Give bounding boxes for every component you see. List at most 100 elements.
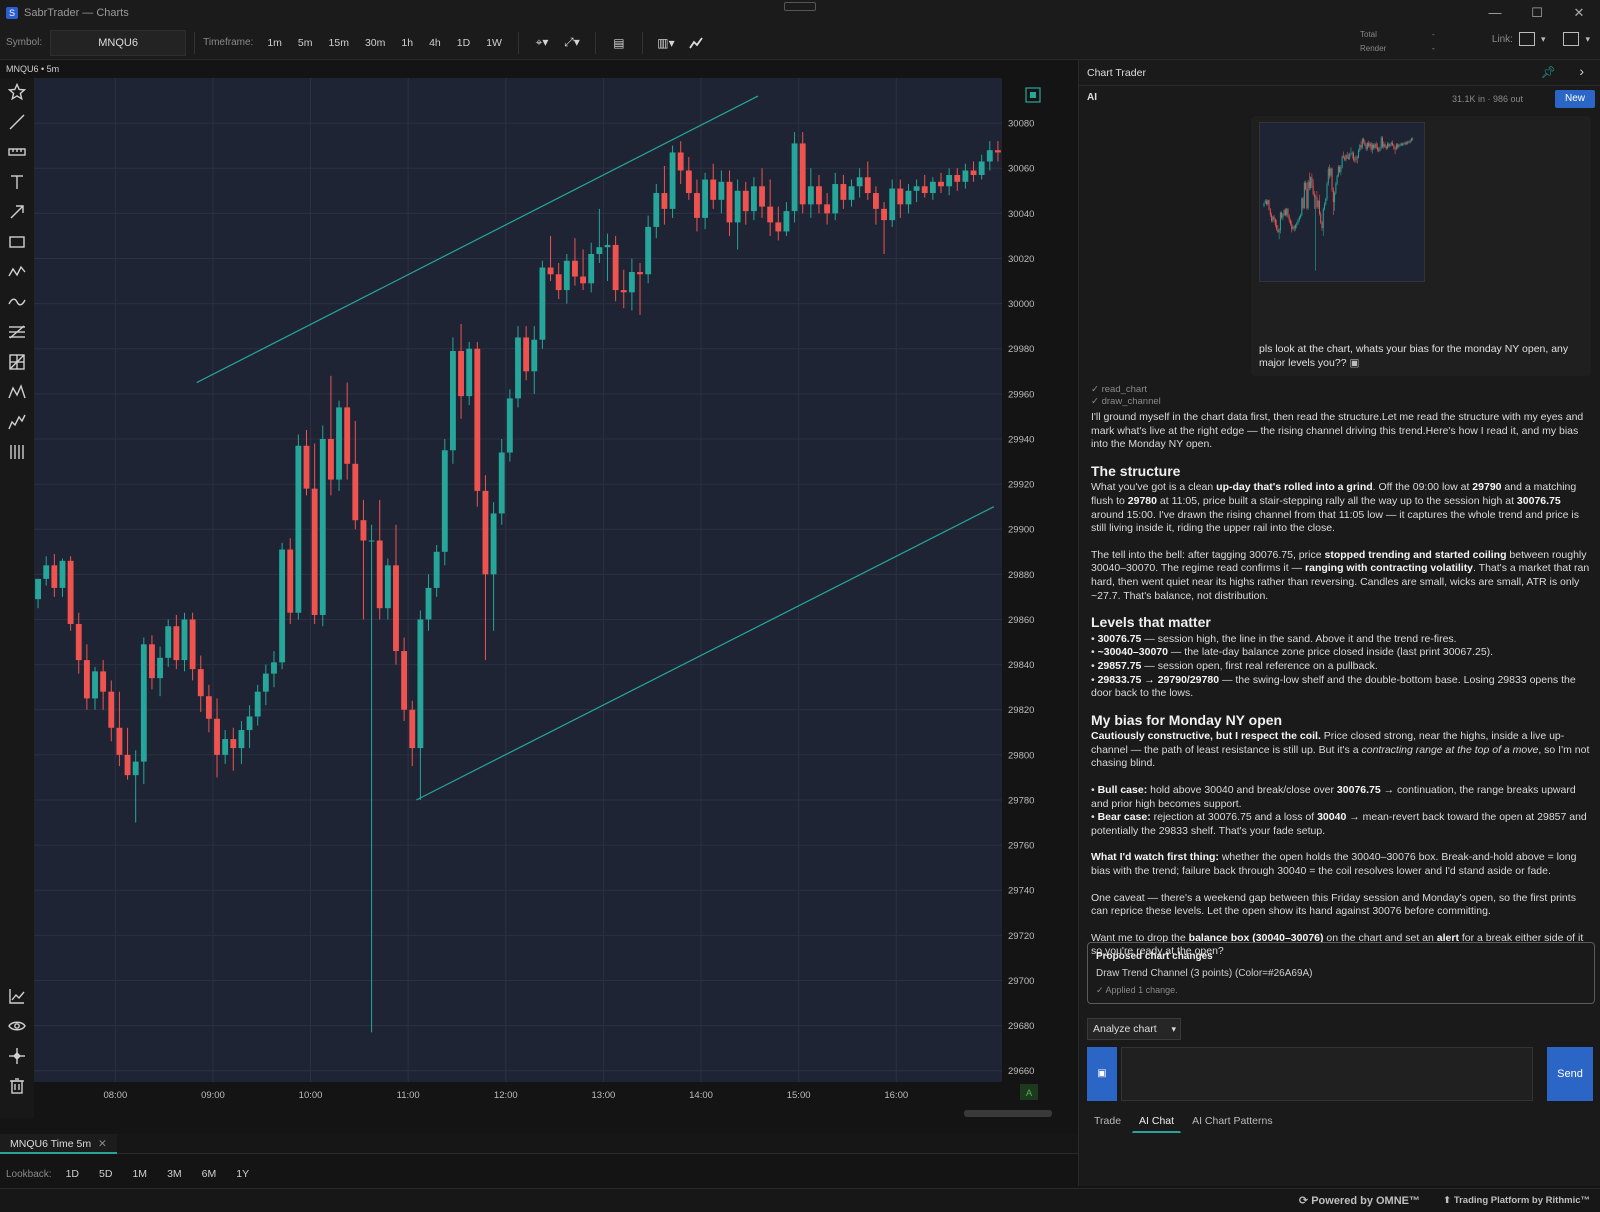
timeframe-1h[interactable]: 1h <box>393 32 421 54</box>
powered-by-text: Powered by OMNE™ <box>1311 1195 1420 1207</box>
eye-icon[interactable] <box>7 1016 27 1036</box>
note-icon[interactable]: ▤ <box>608 32 630 54</box>
thumb-candle-body <box>1381 137 1383 147</box>
timeframe-1m[interactable]: 1m <box>259 32 290 54</box>
chart-tabs: MNQU6 Time 5m ✕ <box>0 1134 1078 1154</box>
price-tick-label: 30060 <box>1008 164 1034 175</box>
new-chat-button[interactable]: New <box>1555 90 1595 108</box>
thumb-candle-body <box>1273 216 1275 220</box>
star-icon[interactable] <box>7 82 27 102</box>
candle-body <box>653 193 660 227</box>
price-chart[interactable]: 30080 30060 30040 30020 30000 29980 29960 29940… <box>34 78 1078 1128</box>
tab-trade[interactable]: Trade <box>1087 1110 1128 1133</box>
minimize-button[interactable]: — <box>1474 0 1516 26</box>
trash-icon[interactable] <box>7 1076 27 1096</box>
price-tick-label: 30020 <box>1008 254 1034 265</box>
candle-body <box>205 696 212 719</box>
cases-list: Bull case: hold above 30040 and break/cl… <box>1091 784 1593 838</box>
indicators-icon[interactable] <box>7 986 27 1006</box>
candle-body <box>954 175 961 182</box>
chart-tab[interactable]: MNQU6 Time 5m ✕ <box>0 1134 117 1154</box>
panel-tabs: Trade AI Chat AI Chart Patterns <box>1087 1110 1284 1133</box>
symbol-input[interactable]: MNQU6 <box>50 29 187 56</box>
chart-thumbnail[interactable] <box>1259 122 1425 282</box>
thumb-candle-body <box>1283 209 1285 215</box>
price-tick-label: 29840 <box>1008 660 1034 671</box>
indicator-icon[interactable] <box>685 32 707 54</box>
zoom-dropdown-icon[interactable]: ⤢▾ <box>561 32 583 54</box>
thumb-candle-body <box>1390 142 1392 145</box>
analyze-chart-select[interactable]: Analyze chart ▾ <box>1087 1018 1181 1040</box>
chat-input[interactable] <box>1121 1047 1533 1101</box>
chart-trader-panel: Chart Trader 📌︎ › AI 31.1K in · 986 out … <box>1078 60 1600 1186</box>
attach-image-button[interactable]: ▣ <box>1087 1047 1117 1101</box>
timeframe-5m[interactable]: 5m <box>290 32 321 54</box>
pin-icon[interactable]: 📌︎ <box>1541 65 1556 79</box>
lookback-1y[interactable]: 1Y <box>226 1168 259 1180</box>
timeframe-30m[interactable]: 30m <box>357 32 393 54</box>
candle-body <box>905 190 912 205</box>
thumb-candle-body <box>1359 145 1361 151</box>
thumb-candle-body <box>1358 150 1360 158</box>
lookback-1d[interactable]: 1D <box>56 1168 89 1180</box>
path-tool-icon[interactable] <box>7 262 27 282</box>
send-button[interactable]: Send <box>1547 1047 1593 1101</box>
thumb-candle-body <box>1350 153 1352 155</box>
thumb-candle-body <box>1334 193 1336 203</box>
chevron-down-icon[interactable]: ▾ <box>1541 34 1546 45</box>
watch-paragraph: What I'd watch first thing: whether the … <box>1091 851 1577 878</box>
app-logo-icon: S <box>6 7 18 19</box>
tab-ai-chat[interactable]: AI Chat <box>1132 1110 1182 1133</box>
candle-body <box>279 549 286 663</box>
layout-icon[interactable] <box>1563 32 1580 46</box>
close-button[interactable]: ✕ <box>1558 0 1600 26</box>
text-tool-icon[interactable] <box>7 172 27 192</box>
thumb-candle-body <box>1284 209 1286 215</box>
cycle-lines-icon[interactable] <box>7 442 27 462</box>
candle-body <box>344 407 351 464</box>
price-tick-label: 29920 <box>1008 480 1034 491</box>
candle-body <box>132 761 139 776</box>
candle-body <box>376 540 383 609</box>
trendline-tool-icon[interactable] <box>7 112 27 132</box>
fibonacci-tool-icon[interactable] <box>7 322 27 342</box>
thumb-candle-body <box>1354 159 1356 161</box>
drag-handle-icon[interactable] <box>784 2 816 11</box>
chevron-right-icon[interactable]: › <box>1579 63 1584 79</box>
candle-body <box>498 452 505 514</box>
elliott-wave-icon[interactable] <box>7 412 27 432</box>
refresh-icon: ⟳ <box>1298 1195 1312 1207</box>
link-group-icon[interactable] <box>1518 32 1535 46</box>
candle-body <box>929 181 936 194</box>
timeframe-15m[interactable]: 15m <box>321 32 357 54</box>
chevron-down-icon[interactable]: ▾ <box>1585 34 1590 45</box>
rectangle-tool-icon[interactable] <box>7 232 27 252</box>
tab-ai-chart-patterns[interactable]: AI Chart Patterns <box>1185 1110 1280 1133</box>
arrow-tool-icon[interactable] <box>7 202 27 222</box>
timeframe-1w[interactable]: 1W <box>478 32 510 54</box>
candle-body <box>506 398 513 453</box>
timeframe-1d[interactable]: 1D <box>449 32 478 54</box>
magnet-icon[interactable] <box>7 1046 27 1066</box>
thumb-candle-body <box>1410 138 1412 141</box>
ruler-icon[interactable] <box>7 142 27 162</box>
candle-body <box>531 339 538 372</box>
lookback-3m[interactable]: 3M <box>157 1168 192 1180</box>
pattern-tool-icon[interactable] <box>7 382 27 402</box>
lookback-1m[interactable]: 1M <box>122 1168 157 1180</box>
crosshair-dropdown-icon[interactable]: ⌖▾ <box>531 32 553 54</box>
lookback-5d[interactable]: 5D <box>89 1168 122 1180</box>
candle-body <box>986 150 993 162</box>
lookback-6m[interactable]: 6M <box>192 1168 227 1180</box>
thumb-candle-body <box>1318 200 1320 214</box>
maximize-button[interactable]: ☐ <box>1516 0 1558 26</box>
candlestick-chart[interactable]: 30080 30060 30040 30020 30000 29980 29960 29940… <box>34 78 1078 1128</box>
close-tab-icon[interactable]: ✕ <box>98 1138 107 1150</box>
timeframe-4h[interactable]: 4h <box>421 32 449 54</box>
gann-grid-icon[interactable] <box>7 352 27 372</box>
curve-tool-icon[interactable] <box>7 292 27 312</box>
heading-bias: My bias for Monday NY open <box>1091 711 1283 728</box>
thumb-candle-body <box>1310 177 1312 188</box>
thumb-candle-body <box>1276 225 1278 230</box>
candle-type-dropdown-icon[interactable]: ▥▾ <box>655 32 677 54</box>
